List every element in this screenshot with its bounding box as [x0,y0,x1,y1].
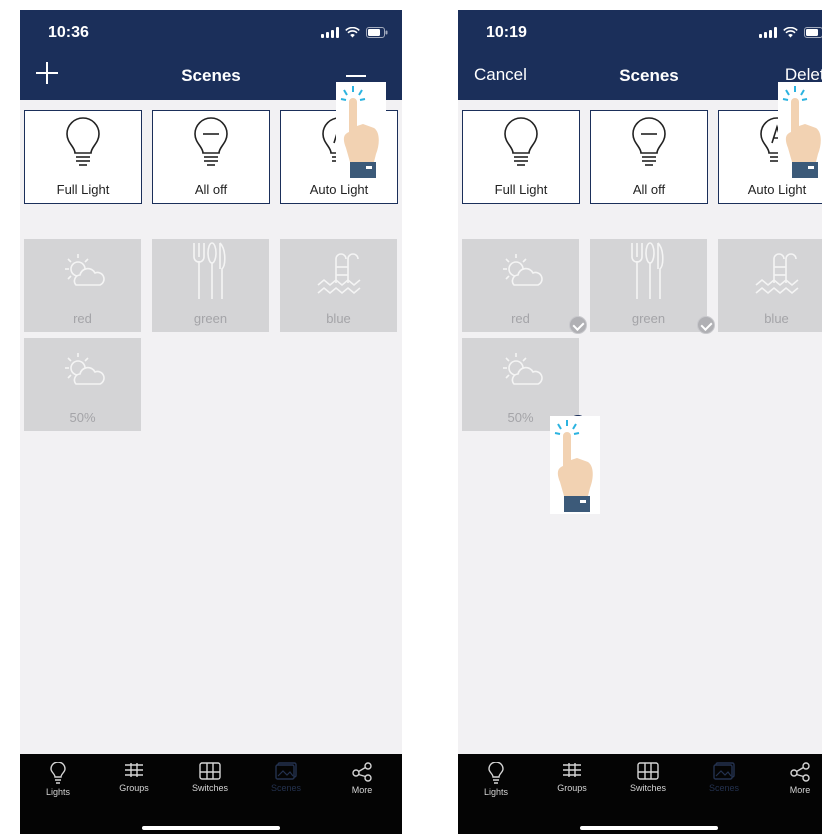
tab-switches[interactable]: Switches [610,762,686,793]
signal-icon [759,27,777,38]
tab-label: Scenes [270,783,302,793]
scene-label: green [193,311,228,326]
tab-label: Lights [45,787,71,797]
scene-blue-button[interactable]: blue [718,239,822,332]
switches-icon [637,762,659,780]
page-title: Scenes [619,66,679,85]
groups-icon [125,763,143,777]
scene-full-light-button[interactable]: Full Light [24,110,142,204]
phone-screen-scenes-edit: 10:19 Cancel Scenes Delete Full Light Al… [458,10,822,834]
home-indicator [580,826,718,830]
pool-icon [317,253,361,295]
tab-label: Lights [483,787,509,797]
tab-switches[interactable]: Switches [172,762,248,793]
battery-icon [366,27,388,38]
home-indicator [142,826,280,830]
fixed-scenes: Full Light All off Auto Light [462,110,822,204]
scene-blue-button[interactable]: blue [280,239,397,332]
scene-label: green [631,311,666,326]
sun-cloud-icon [503,353,543,385]
share-icon [352,762,372,782]
tab-bar: Lights Groups Switches Scenes More [458,754,822,834]
scenes-icon [275,762,297,780]
scene-all-off-button[interactable]: All off [590,110,708,204]
bulb-off-icon [632,117,666,166]
bulb-off-icon [194,117,228,166]
scene-red-button[interactable]: red [24,239,141,332]
groups-icon [563,763,581,777]
bulb-icon [488,762,504,784]
sun-cloud-icon [65,353,105,385]
select-checkmark-icon[interactable] [569,316,587,334]
tab-lights[interactable]: Lights [458,762,534,797]
scene-label: All off [194,182,228,197]
status-time: 10:36 [48,24,89,41]
wifi-icon [783,27,798,38]
scene-label: Auto Light [747,182,807,197]
tab-groups[interactable]: Groups [96,762,172,793]
scene-red-button[interactable]: red [462,239,587,334]
pool-icon [755,253,799,295]
share-icon [790,762,810,782]
tab-scenes[interactable]: Scenes [248,762,324,793]
tab-label: Groups [119,783,149,793]
scene-label: red [73,311,92,326]
tab-label: Groups [557,783,587,793]
scene-green-button[interactable]: green [152,239,269,332]
tab-label: More [789,785,811,795]
status-icons [759,27,822,38]
bulb-on-icon [66,117,100,166]
select-checkmark-icon[interactable] [697,316,715,334]
scene-green-button[interactable]: green [590,239,715,334]
sun-cloud-icon [503,254,543,286]
navigation-bar: 10:19 Cancel Scenes Delete [458,10,822,100]
tab-bar: Lights Groups Switches Scenes More [20,754,402,834]
scene-label: blue [764,311,789,326]
scene-label: blue [326,311,351,326]
battery-icon [804,27,822,38]
scene-label: All off [632,182,666,197]
cutlery-icon [631,242,664,299]
tap-hand-icon [778,82,822,180]
tab-lights[interactable]: Lights [20,762,96,797]
scene-label: 50% [69,410,96,425]
tab-label: Switches [629,783,666,793]
tab-groups[interactable]: Groups [534,762,610,793]
tab-more[interactable]: More [324,762,400,795]
signal-icon [321,27,339,38]
scene-all-off-button[interactable]: All off [152,110,270,204]
scene-label: Auto Light [309,182,369,197]
bulb-icon [50,762,66,784]
scene-label: Full Light [494,182,548,197]
status-time: 10:19 [486,24,527,41]
tap-hand-icon [336,82,386,180]
tab-label: More [351,785,373,795]
scene-label: Full Light [56,182,110,197]
tap-hand-icon [550,416,600,514]
tab-label: Scenes [708,783,740,793]
wifi-icon [345,27,360,38]
bulb-on-icon [504,117,538,166]
tab-scenes[interactable]: Scenes [686,762,762,793]
sun-cloud-icon [65,254,105,286]
cutlery-icon [193,242,226,299]
scene-50-button[interactable]: 50% [24,338,141,431]
remove-scene-minus-icon[interactable] [346,75,366,77]
tab-label: Switches [191,783,228,793]
switches-icon [199,762,221,780]
scene-label: red [511,311,530,326]
status-icons [321,27,388,38]
tab-more[interactable]: More [762,762,822,795]
scenes-icon [713,762,735,780]
scene-full-light-button[interactable]: Full Light [462,110,580,204]
